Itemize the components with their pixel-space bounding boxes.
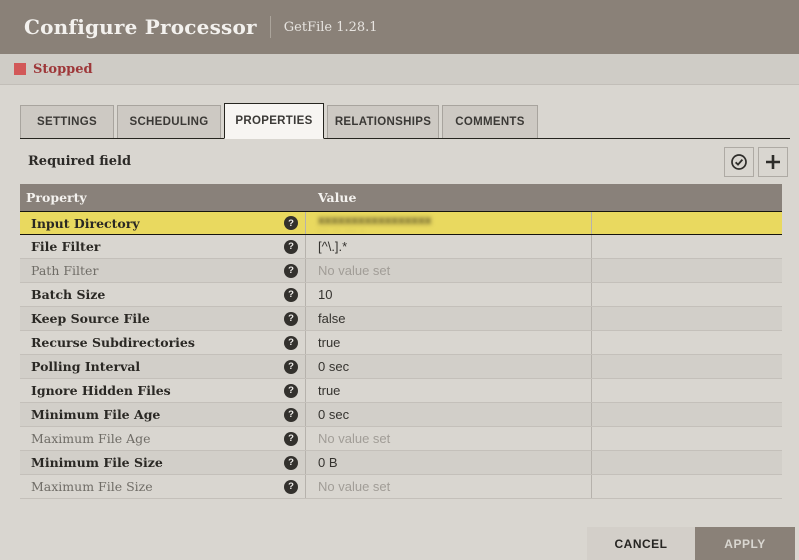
tab-label: COMMENTS xyxy=(455,116,525,128)
table-row-polling-interval[interactable]: Polling Interval ? 0 sec xyxy=(20,355,782,379)
help-icon[interactable]: ? xyxy=(284,479,298,494)
plus-icon xyxy=(766,154,780,169)
property-value-cell[interactable]: true xyxy=(306,331,592,354)
property-value: true xyxy=(318,383,341,398)
tab-label: RELATIONSHIPS xyxy=(334,116,432,128)
table-row-keep-source-file[interactable]: Keep Source File ? false xyxy=(20,307,782,331)
property-value-cell[interactable]: [^\.].* xyxy=(306,235,592,258)
help-icon[interactable]: ? xyxy=(284,455,298,470)
property-value: 0 sec xyxy=(318,407,350,422)
apply-button[interactable]: APPLY xyxy=(695,527,795,560)
help-icon[interactable]: ? xyxy=(284,287,298,302)
table-header-row: Property Value xyxy=(20,184,782,211)
table-row-ignore-hidden-files[interactable]: Ignore Hidden Files ? true xyxy=(20,379,782,403)
dialog-title: Configure Processor xyxy=(24,15,257,39)
property-name: Ignore Hidden Files xyxy=(31,383,171,398)
table-row-maximum-file-size[interactable]: Maximum File Size ? No value set xyxy=(20,475,782,499)
tab-properties[interactable]: PROPERTIES xyxy=(224,103,324,139)
tab-relationships[interactable]: RELATIONSHIPS xyxy=(327,105,439,138)
property-value-redacted-fragment: ... .. ... . xyxy=(318,225,366,233)
column-header-value: Value xyxy=(318,190,357,205)
property-value-cell[interactable]: No value set xyxy=(306,259,592,282)
property-value: 0 B xyxy=(318,455,338,470)
tab-label: SETTINGS xyxy=(37,116,97,128)
tab-comments[interactable]: COMMENTS xyxy=(442,105,538,138)
property-name: Minimum File Age xyxy=(31,407,161,422)
property-value: No value set xyxy=(318,263,391,278)
help-icon[interactable]: ? xyxy=(284,216,298,230)
help-icon[interactable]: ? xyxy=(284,311,298,326)
table-row-path-filter[interactable]: Path Filter ? No value set xyxy=(20,259,782,283)
property-value-cell[interactable]: xxxxxxxxxxxxxxxxx ... .. ... . xyxy=(306,212,592,234)
property-name: Maximum File Age xyxy=(31,431,151,446)
table-row-minimum-file-size[interactable]: Minimum File Size ? 0 B xyxy=(20,451,782,475)
help-icon[interactable]: ? xyxy=(284,359,298,374)
property-value: No value set xyxy=(318,431,391,446)
properties-table: Property Value Input Directory ? xxxxxxx… xyxy=(20,184,782,499)
status-bar: Stopped xyxy=(0,54,799,85)
required-field-label: Required field xyxy=(28,154,132,169)
help-icon[interactable]: ? xyxy=(284,263,298,278)
property-name: Recurse Subdirectories xyxy=(31,335,195,350)
property-name: File Filter xyxy=(31,239,101,254)
property-value-cell[interactable]: No value set xyxy=(306,475,592,498)
processor-type-version: GetFile 1.28.1 xyxy=(283,19,378,35)
tab-scheduling[interactable]: SCHEDULING xyxy=(117,105,221,138)
help-icon[interactable]: ? xyxy=(284,239,298,254)
property-value: true xyxy=(318,335,341,350)
property-name: Keep Source File xyxy=(31,311,150,326)
status-label: Stopped xyxy=(33,61,93,77)
property-name: Batch Size xyxy=(31,287,106,302)
add-property-button[interactable] xyxy=(758,146,788,177)
table-row-batch-size[interactable]: Batch Size ? 10 xyxy=(20,283,782,307)
tab-bar: SETTINGS SCHEDULING PROPERTIES RELATIONS… xyxy=(20,103,790,139)
help-icon[interactable]: ? xyxy=(284,335,298,350)
table-row-maximum-file-age[interactable]: Maximum File Age ? No value set xyxy=(20,427,782,451)
property-value: false xyxy=(318,311,346,326)
property-value-cell[interactable]: 10 xyxy=(306,283,592,306)
verify-properties-button[interactable] xyxy=(724,146,754,177)
property-value: No value set xyxy=(318,479,391,494)
stopped-status-icon xyxy=(14,63,26,75)
property-name: Minimum File Size xyxy=(31,455,163,470)
table-row-recurse-subdirectories[interactable]: Recurse Subdirectories ? true xyxy=(20,331,782,355)
property-value-cell[interactable]: true xyxy=(306,379,592,402)
help-icon[interactable]: ? xyxy=(284,383,298,398)
property-name: Maximum File Size xyxy=(31,479,153,494)
property-value: [^\.].* xyxy=(318,239,348,254)
tab-label: SCHEDULING xyxy=(129,116,209,128)
property-value: 10 xyxy=(318,287,333,302)
tab-label: PROPERTIES xyxy=(235,115,313,127)
dialog-footer: CANCEL APPLY xyxy=(587,527,795,560)
table-row-minimum-file-age[interactable]: Minimum File Age ? 0 sec xyxy=(20,403,782,427)
table-row-file-filter[interactable]: File Filter ? [^\.].* xyxy=(20,235,782,259)
property-value: 0 sec xyxy=(318,359,350,374)
check-circle-icon xyxy=(731,153,747,170)
property-value-cell[interactable]: No value set xyxy=(306,427,592,450)
property-value-cell[interactable]: false xyxy=(306,307,592,330)
toolbar-buttons xyxy=(724,146,788,177)
table-row-input-directory[interactable]: Input Directory ? xxxxxxxxxxxxxxxxx ... … xyxy=(20,211,782,235)
help-icon[interactable]: ? xyxy=(284,407,298,422)
property-value-cell[interactable]: 0 sec xyxy=(306,355,592,378)
cancel-button[interactable]: CANCEL xyxy=(587,527,695,560)
column-header-property: Property xyxy=(26,190,87,205)
title-divider xyxy=(269,16,271,38)
properties-toolbar: Required field xyxy=(0,139,799,184)
configure-processor-dialog: Configure Processor GetFile 1.28.1 Stopp… xyxy=(0,0,799,560)
help-icon[interactable]: ? xyxy=(284,431,298,446)
property-name: Input Directory xyxy=(31,215,140,231)
property-name: Polling Interval xyxy=(31,359,141,374)
property-name: Path Filter xyxy=(31,263,99,278)
property-value-redacted: xxxxxxxxxxxxxxxxx xyxy=(318,212,432,227)
dialog-header: Configure Processor GetFile 1.28.1 xyxy=(0,0,799,54)
tab-settings[interactable]: SETTINGS xyxy=(20,105,114,138)
property-value-cell[interactable]: 0 B xyxy=(306,451,592,474)
property-value-cell[interactable]: 0 sec xyxy=(306,403,592,426)
